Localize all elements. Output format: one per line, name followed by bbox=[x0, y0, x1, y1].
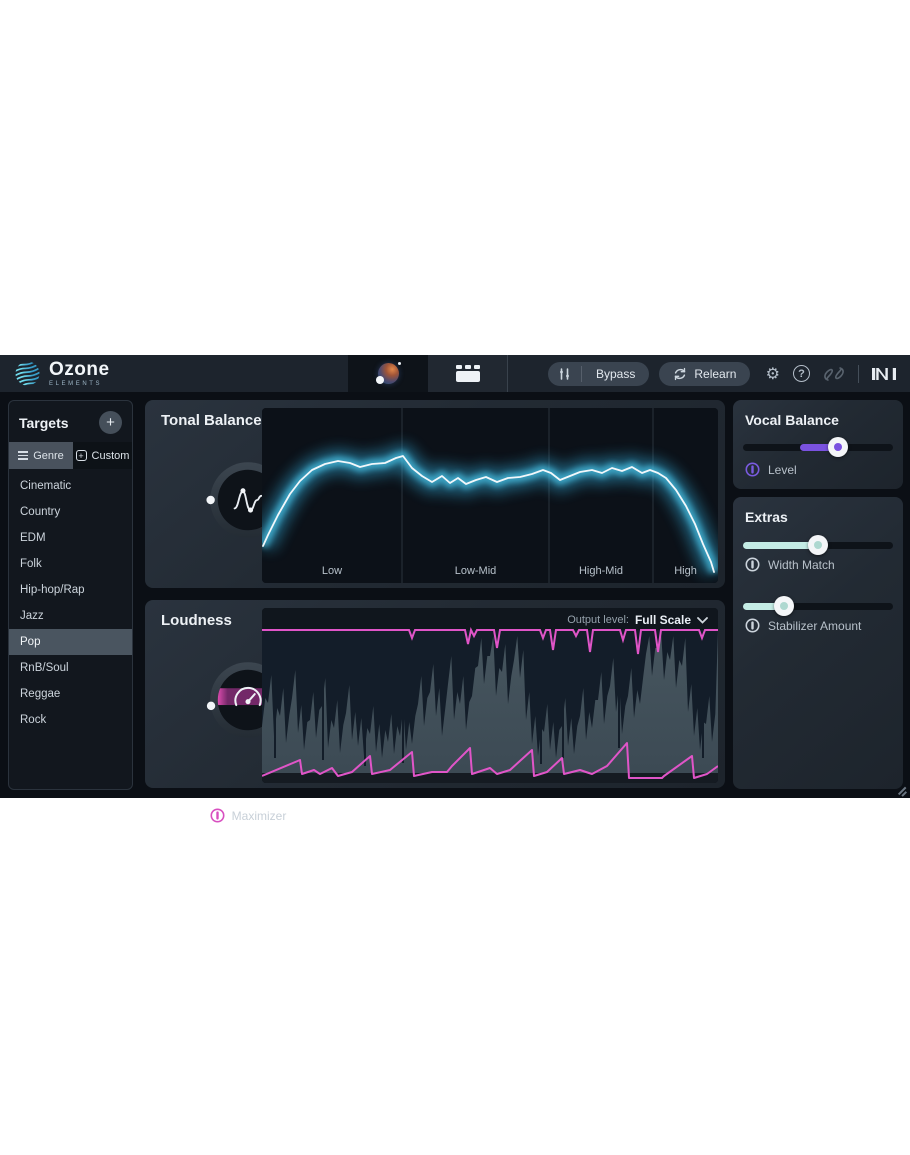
stabilizer-power-icon[interactable] bbox=[745, 618, 760, 633]
width-match-slider[interactable] bbox=[743, 535, 893, 555]
bypass-label: Bypass bbox=[596, 366, 636, 381]
app-title: Ozone bbox=[49, 359, 110, 380]
ozone-logo-icon bbox=[14, 360, 41, 387]
genre-item[interactable]: Reggae bbox=[9, 681, 132, 707]
nks-link-icon[interactable] bbox=[823, 366, 845, 382]
relearn-refresh-icon bbox=[675, 367, 686, 380]
tonal-balance-panel: Tonal Balance Equalizer bbox=[145, 400, 725, 623]
band-label: High bbox=[674, 565, 697, 577]
band-label: High-Mid bbox=[578, 565, 624, 577]
tab-genre[interactable]: Genre bbox=[9, 442, 73, 469]
genre-item[interactable]: EDM bbox=[9, 525, 132, 551]
genre-item[interactable]: Folk bbox=[9, 551, 132, 577]
chevron-down-icon bbox=[697, 616, 708, 624]
genre-item[interactable]: Jazz bbox=[9, 603, 132, 629]
width-match-label: Width Match bbox=[768, 557, 835, 572]
stabilizer-amount-slider[interactable] bbox=[743, 596, 893, 616]
relearn-button[interactable]: Relearn bbox=[659, 361, 751, 386]
custom-tab-label: Custom bbox=[91, 449, 130, 462]
genre-item[interactable]: Rock bbox=[9, 707, 132, 733]
genre-item[interactable]: RnB/Soul bbox=[9, 655, 132, 681]
band-labels: Low Low-Mid High-Mid High bbox=[262, 565, 718, 579]
help-icon[interactable]: ? bbox=[793, 365, 810, 382]
band-label: Low-Mid bbox=[454, 565, 497, 577]
genre-item[interactable]: Pop bbox=[9, 629, 132, 655]
loudness-panel: Loudness Maximizer Output level: Full Sc… bbox=[145, 600, 725, 823]
tab-modules-view[interactable] bbox=[428, 355, 508, 392]
level-slider[interactable] bbox=[743, 437, 893, 457]
band-label: Low bbox=[321, 565, 343, 577]
genre-list: Cinematic Country EDM Folk Hip-hop/Rap Jazz Po… bbox=[9, 473, 132, 733]
genre-item[interactable]: Cinematic bbox=[9, 473, 132, 499]
level-power-icon[interactable] bbox=[745, 462, 760, 477]
app-logo: Ozone ELEMENTS bbox=[0, 360, 348, 387]
assistant-planet-icon bbox=[375, 362, 401, 384]
loudness-title: Loudness bbox=[161, 612, 232, 629]
tonal-balance-title: Tonal Balance bbox=[161, 412, 262, 429]
tab-custom[interactable]: + Custom bbox=[73, 442, 132, 469]
plus-square-icon: + bbox=[75, 450, 87, 461]
targets-title: Targets bbox=[19, 414, 69, 431]
list-icon bbox=[18, 451, 29, 460]
tonal-balance-display: Low Low-Mid High-Mid High bbox=[262, 408, 718, 583]
tab-assistant-view[interactable] bbox=[348, 355, 428, 392]
maximizer-power-icon[interactable] bbox=[210, 808, 225, 823]
extras-panel: Extras Width Match Stabilizer Amount bbox=[733, 497, 903, 789]
add-target-button[interactable]: + bbox=[99, 411, 122, 434]
genre-item[interactable]: Hip-hop/Rap bbox=[9, 577, 132, 603]
genre-tab-label: Genre bbox=[33, 449, 64, 462]
meter-icon bbox=[548, 362, 581, 386]
native-instruments-logo bbox=[872, 367, 896, 380]
modules-icon bbox=[455, 365, 480, 382]
stabilizer-amount-thumb[interactable] bbox=[773, 596, 794, 616]
top-bar: Ozone ELEMENTS Bypass Relearn ⚙ ? bbox=[0, 355, 910, 392]
loudness-display: Output level: Full Scale bbox=[262, 608, 718, 783]
extras-title: Extras bbox=[745, 509, 788, 525]
width-match-thumb[interactable] bbox=[808, 535, 828, 555]
relearn-label: Relearn bbox=[694, 366, 737, 381]
maximizer-label: Maximizer bbox=[231, 808, 287, 823]
output-level-label: Output level: bbox=[567, 614, 629, 626]
level-slider-thumb[interactable] bbox=[827, 437, 848, 457]
stabilizer-amount-label: Stabilizer Amount bbox=[768, 618, 862, 633]
window-resize-handle[interactable] bbox=[897, 785, 907, 796]
settings-gear-icon[interactable]: ⚙ bbox=[766, 364, 780, 384]
vocal-balance-title: Vocal Balance bbox=[745, 412, 839, 428]
width-match-power-icon[interactable] bbox=[745, 557, 760, 572]
targets-panel: Targets + Genre + Custom Cinematic Countr… bbox=[8, 400, 133, 790]
output-level-dropdown[interactable]: Output level: Full Scale bbox=[567, 613, 708, 627]
level-label: Level bbox=[768, 462, 797, 477]
bypass-button[interactable]: Bypass bbox=[548, 361, 650, 386]
app-subtitle: ELEMENTS bbox=[49, 381, 103, 387]
vocal-balance-panel: Vocal Balance Level bbox=[733, 400, 903, 489]
plugin-window: Ozone ELEMENTS Bypass Relearn ⚙ ? Target… bbox=[0, 355, 910, 823]
output-level-value: Full Scale bbox=[634, 613, 691, 627]
genre-item[interactable]: Country bbox=[9, 499, 132, 525]
